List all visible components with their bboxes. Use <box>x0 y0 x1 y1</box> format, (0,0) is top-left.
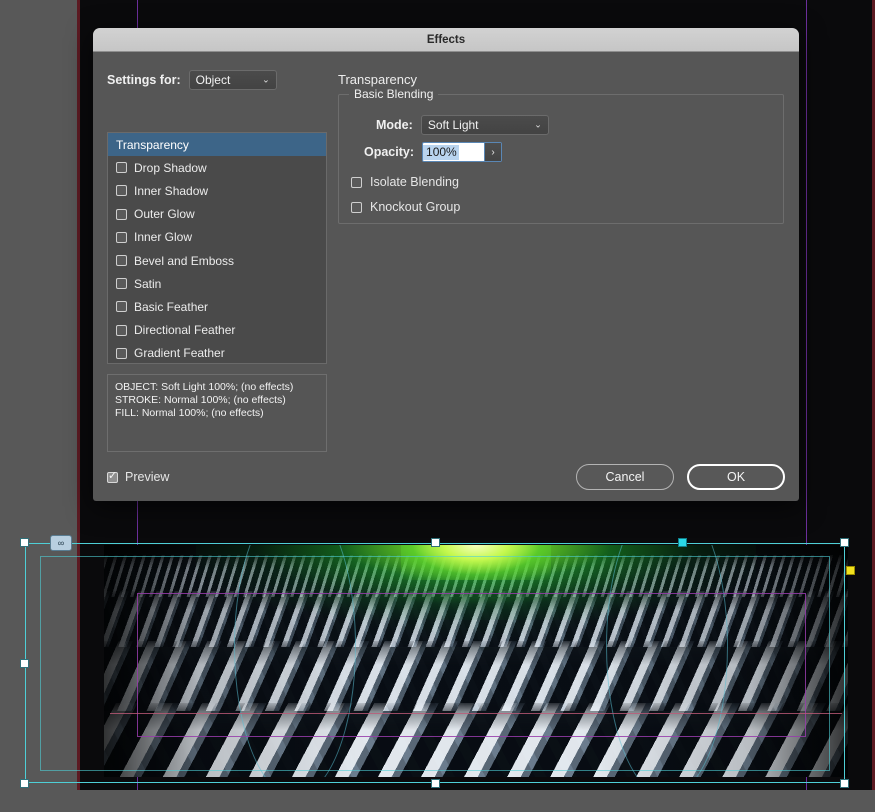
effects-list-item-label: Basic Feather <box>134 299 209 314</box>
dialog-buttons: Cancel OK <box>576 464 785 490</box>
selection-handle-top-center[interactable] <box>431 538 440 547</box>
bevel-and-emboss-checkbox[interactable] <box>116 255 127 267</box>
settings-for-label: Settings for: <box>107 73 181 87</box>
settings-for-row: Settings for: Object ⌄ <box>107 70 277 90</box>
effects-list-item-basic-feather[interactable]: Basic Feather <box>108 295 326 318</box>
preview-checkbox[interactable] <box>107 470 118 483</box>
bleed-guide-left <box>77 0 80 790</box>
inner-glow-checkbox[interactable] <box>116 231 127 243</box>
effects-list-item-inner-glow[interactable]: Inner Glow <box>108 226 326 249</box>
ok-button[interactable]: OK <box>687 464 785 490</box>
selection-handle-middle-left[interactable] <box>20 659 29 668</box>
basic-blending-group: Basic Blending Mode: Soft Light ⌄ Opacit… <box>338 87 784 224</box>
knockout-group-checkbox[interactable] <box>351 201 362 213</box>
effects-list-item-gradient-feather[interactable]: Gradient Feather <box>108 342 326 363</box>
mode-label: Mode: <box>376 118 413 132</box>
drop-shadow-checkbox[interactable] <box>116 162 127 174</box>
effects-list-item-drop-shadow[interactable]: Drop Shadow <box>108 156 326 179</box>
isolate-blending-row[interactable]: Isolate Blending <box>351 175 459 189</box>
effects-list-item-satin[interactable]: Satin <box>108 272 326 295</box>
selection-handle-bottom-center[interactable] <box>431 779 440 788</box>
app-root: ∞ Effects Settings for: Object ⌄ Transpa… <box>0 0 875 812</box>
pyramid-texture-row-near <box>104 641 848 711</box>
selection-handle-top-left[interactable] <box>20 538 29 547</box>
selection-handle-bottom-left[interactable] <box>20 779 29 788</box>
directional-feather-checkbox[interactable] <box>116 324 127 336</box>
effects-list-item-outer-glow[interactable]: Outer Glow <box>108 203 326 226</box>
blend-mode-value: Soft Light <box>427 118 479 132</box>
selection-handle-rotate[interactable] <box>846 566 855 575</box>
opacity-row: Opacity: 100% › <box>364 142 503 162</box>
opacity-label: Opacity: <box>364 145 415 159</box>
mode-row: Mode: Soft Light ⌄ <box>376 115 549 135</box>
effects-list-item-transparency[interactable]: Transparency <box>108 133 326 157</box>
effects-dialog: Effects Settings for: Object ⌄ Transpare… <box>93 28 799 501</box>
dialog-title: Effects <box>426 33 466 46</box>
effects-list-item-label: Satin <box>134 276 162 291</box>
preview-row[interactable]: Preview <box>107 470 169 484</box>
effects-list-item-bevel-and-emboss[interactable]: Bevel and Emboss <box>108 249 326 272</box>
basic-blending-legend: Basic Blending <box>349 87 439 101</box>
selection-handle-bottom-right[interactable] <box>840 779 849 788</box>
effects-summary: OBJECT: Soft Light 100%; (no effects) ST… <box>107 374 327 452</box>
effects-list-item-label: Bevel and Emboss <box>134 253 235 268</box>
opacity-input[interactable]: 100% › <box>422 142 503 162</box>
placed-image-artwork[interactable] <box>104 545 848 777</box>
link-icon[interactable]: ∞ <box>50 535 72 551</box>
selection-handle-top-right[interactable] <box>840 538 849 547</box>
effects-list-item-label: Inner Glow <box>134 230 193 245</box>
cancel-button-label: Cancel <box>605 470 645 484</box>
ok-button-label: OK <box>726 470 746 484</box>
satin-checkbox[interactable] <box>116 278 127 290</box>
effects-list-item-inner-shadow[interactable]: Inner Shadow <box>108 179 326 202</box>
isolate-blending-checkbox[interactable] <box>351 176 362 188</box>
settings-for-value: Object <box>195 73 231 87</box>
chevron-down-icon: ⌄ <box>262 74 270 85</box>
preview-label: Preview <box>125 470 170 484</box>
outer-glow-checkbox[interactable] <box>116 208 127 220</box>
panel-title: Transparency <box>338 72 417 87</box>
effects-list-item-label: Directional Feather <box>134 323 236 338</box>
effects-list-item-directional-feather[interactable]: Directional Feather <box>108 319 326 342</box>
effects-list-item-label: Transparency <box>116 137 189 152</box>
opacity-value: 100% <box>423 144 459 160</box>
knockout-group-row[interactable]: Knockout Group <box>351 200 460 214</box>
chevron-down-icon: ⌄ <box>534 119 542 130</box>
isolate-blending-label: Isolate Blending <box>370 175 459 189</box>
dialog-titlebar[interactable]: Effects <box>93 28 799 52</box>
blend-mode-select[interactable]: Soft Light ⌄ <box>420 115 549 135</box>
gradient-feather-checkbox[interactable] <box>116 347 127 359</box>
link-icon-glyph: ∞ <box>57 537 65 548</box>
selection-handle-top-right-inner[interactable] <box>678 538 687 547</box>
knockout-group-label: Knockout Group <box>370 200 461 214</box>
dialog-body: Settings for: Object ⌄ Transparency Tran… <box>93 52 799 501</box>
pyramid-texture-row-front <box>104 703 848 777</box>
effects-list[interactable]: Transparency Drop Shadow Inner Shadow Ou… <box>107 132 327 364</box>
effects-list-item-label: Inner Shadow <box>134 183 209 198</box>
effects-list-item-label: Drop Shadow <box>134 160 207 175</box>
basic-feather-checkbox[interactable] <box>116 301 127 313</box>
effects-list-item-label: Gradient Feather <box>134 346 225 361</box>
inner-shadow-checkbox[interactable] <box>116 185 127 197</box>
effects-list-item-label: Outer Glow <box>134 207 195 222</box>
cancel-button[interactable]: Cancel <box>576 464 674 490</box>
opacity-stepper[interactable]: › <box>484 143 502 161</box>
settings-for-select[interactable]: Object ⌄ <box>188 70 277 90</box>
pyramid-texture-row-mid <box>104 591 848 647</box>
